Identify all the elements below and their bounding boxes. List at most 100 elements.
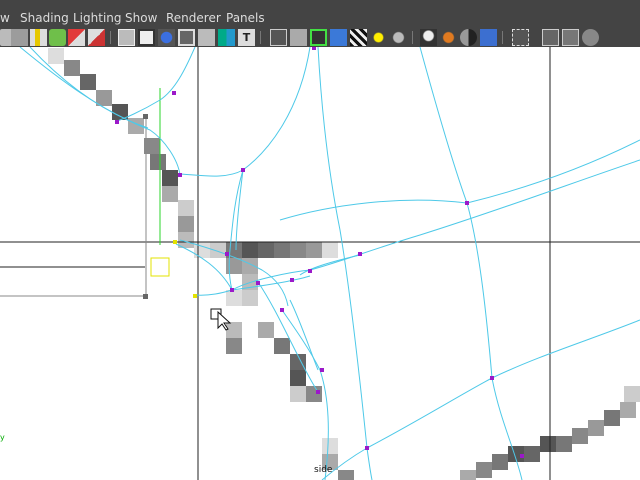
use-default-material-icon[interactable] [330, 29, 347, 46]
control-vertex [225, 252, 229, 256]
texture-cell [290, 386, 306, 402]
texture-cell [620, 402, 636, 418]
selection-point [173, 240, 177, 244]
depth-of-field-icon[interactable] [480, 29, 497, 46]
texture-cell [258, 322, 274, 338]
selection-point [193, 294, 197, 298]
control-vertex [256, 281, 260, 285]
texture-cell [226, 290, 242, 306]
motion-blur-icon[interactable] [440, 29, 457, 46]
control-vertex [520, 454, 524, 458]
texture-cell [162, 170, 178, 186]
texture-cell [290, 242, 306, 258]
screen-space-ao-icon[interactable] [420, 29, 437, 46]
control-vertex [320, 368, 324, 372]
control-vertex [230, 288, 234, 292]
texture-cell [338, 470, 354, 480]
texture-cell [604, 410, 620, 426]
xray-active-components-icon[interactable] [582, 29, 599, 46]
texture-cell [476, 462, 492, 478]
selection-box [150, 257, 170, 277]
control-vertex [172, 91, 176, 95]
texture-cell [274, 338, 290, 354]
control-vertex [280, 308, 284, 312]
nurbs-curve [419, 47, 523, 480]
grid-toggle-icon[interactable] [118, 29, 135, 46]
bounding-box-corner [143, 294, 148, 299]
resolution-gate-icon[interactable] [158, 29, 175, 46]
panel-toolbar: T [0, 28, 640, 47]
field-chart-icon[interactable] [198, 29, 215, 46]
film-gate-icon[interactable] [138, 29, 155, 46]
menu-shading[interactable]: Shading [20, 10, 69, 26]
control-vertex [465, 201, 469, 205]
menu-renderer[interactable]: Renderer [166, 10, 221, 26]
anti-aliasing-icon[interactable] [460, 29, 477, 46]
control-vertex [290, 278, 294, 282]
two-d-pan-zoom-icon[interactable] [68, 29, 85, 46]
texture-cell [306, 242, 322, 258]
use-all-lights-icon[interactable] [370, 29, 387, 46]
texture-cell [274, 242, 290, 258]
panel-menu-bar: w Shading Lighting Show Renderer Panels [0, 0, 640, 28]
control-vertex [365, 446, 369, 450]
texture-cell [178, 200, 194, 216]
nurbs-curve [179, 47, 311, 177]
control-vertex [115, 120, 119, 124]
grease-pencil-icon[interactable] [88, 29, 105, 46]
texture-cell [226, 258, 242, 274]
texture-cell [242, 242, 258, 258]
texture-cell [290, 370, 306, 386]
control-vertex [178, 173, 182, 177]
gate-mask-icon[interactable] [178, 29, 195, 46]
control-vertex [316, 390, 320, 394]
wireframe-icon[interactable] [270, 29, 287, 46]
texture-cell [242, 290, 258, 306]
viewport-scene[interactable] [0, 47, 640, 480]
nurbs-curve [231, 159, 640, 291]
texture-cell [258, 242, 274, 258]
control-vertex [358, 252, 362, 256]
safe-title-icon[interactable]: T [238, 29, 255, 46]
side-viewport[interactable]: side y [0, 47, 640, 480]
bookmark-icon[interactable] [30, 29, 47, 46]
texture-cell [150, 154, 166, 170]
texture-cell [524, 446, 540, 462]
texture-cell [226, 338, 242, 354]
control-vertex [312, 47, 316, 50]
textured-icon[interactable] [350, 29, 367, 46]
texture-cell [226, 322, 242, 338]
camera-name-label: side [314, 465, 333, 475]
texture-cell [540, 436, 556, 452]
menu-show[interactable]: Show [125, 10, 157, 26]
texture-cell [80, 74, 96, 90]
texture-cell [460, 470, 476, 480]
control-vertex [490, 376, 494, 380]
xray-joints-icon[interactable] [562, 29, 579, 46]
wireframe-on-shaded-icon[interactable] [310, 29, 327, 46]
texture-cell [178, 216, 194, 232]
xray-icon[interactable] [542, 29, 559, 46]
menu-panels[interactable]: Panels [226, 10, 265, 26]
texture-cell [162, 186, 178, 202]
texture-cell [588, 420, 604, 436]
camera-attributes-icon[interactable] [11, 29, 28, 46]
texture-cell [322, 438, 338, 454]
control-vertex [241, 168, 245, 172]
texture-cell [624, 386, 640, 402]
texture-cell [64, 60, 80, 76]
axis-indicator-label: y [0, 433, 5, 442]
smooth-shade-icon[interactable] [290, 29, 307, 46]
safe-action-icon[interactable] [218, 29, 235, 46]
menu-lighting[interactable]: Lighting [73, 10, 122, 26]
nurbs-curve [279, 139, 640, 221]
shadows-icon[interactable] [390, 29, 407, 46]
texture-cell [48, 48, 64, 64]
menu-window-partial[interactable]: w [0, 10, 10, 26]
texture-cell [492, 454, 508, 470]
texture-cell [242, 258, 258, 274]
image-plane-icon[interactable] [49, 29, 66, 46]
isolate-select-icon[interactable] [512, 29, 529, 46]
texture-cell [322, 242, 338, 258]
control-vertex [308, 269, 312, 273]
